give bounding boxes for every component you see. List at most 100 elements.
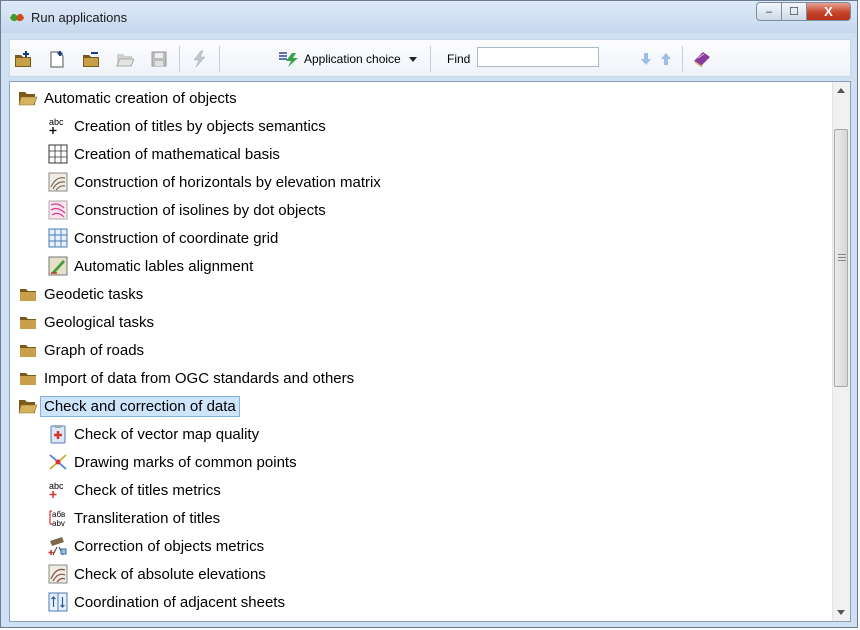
common-points-icon (49, 454, 67, 470)
application-choice-icon (279, 52, 298, 67)
tree-row-label: Check of titles metrics (74, 481, 221, 499)
tree-item[interactable]: Creation of mathematical basis (48, 140, 280, 168)
title-bar[interactable]: Run applications – ☐ X (1, 1, 857, 33)
telescope-icon (48, 537, 67, 556)
math-grid-icon (48, 144, 68, 164)
tree-item[interactable]: абв abv Transliteration of titles (48, 504, 220, 532)
tree-row-label: Check of vector map quality (74, 425, 260, 443)
tree-folder[interactable]: Automatic creation of objects (18, 84, 237, 112)
toolbar-separator (179, 46, 180, 72)
tree-item[interactable]: Drawing marks of common points (48, 448, 297, 476)
down-arrow-icon[interactable] (640, 52, 652, 66)
tree-folder[interactable]: Import of data from OGC standards and ot… (18, 364, 354, 392)
elevation-contour-icon (48, 564, 68, 584)
tree-item[interactable]: abc Creation of titles by objects semant… (48, 112, 326, 140)
tree-row-label: Creation of mathematical basis (74, 145, 280, 163)
folder-icon (20, 289, 36, 301)
tree-row-label: Drawing marks of common points (74, 453, 297, 471)
tree-folder-selected[interactable]: Check and correction of data (18, 392, 240, 420)
svg-text:abc: abc (49, 117, 64, 127)
toolbar-separator (219, 46, 220, 72)
isolines-icon (48, 200, 68, 220)
svg-text:абв: абв (52, 510, 65, 519)
folder-icon (20, 317, 36, 329)
tree-row-label: Automatic creation of objects (44, 89, 237, 107)
app-icon (10, 13, 24, 22)
tree-row-label: Correction of objects metrics (74, 537, 265, 555)
applications-tree: Automatic creation of objects abc Creati… (9, 81, 851, 622)
tree-row-label: Geological tasks (44, 313, 155, 331)
abc-plus-icon: abc (49, 117, 64, 134)
tree-item[interactable]: Construction of horizontals by elevation… (48, 168, 381, 196)
label-alignment-icon (48, 256, 68, 276)
tree-row-label: Automatic lables alignment (74, 257, 254, 275)
tree-row-label: Graph of roads (44, 341, 145, 359)
coordinate-grid-icon (48, 228, 68, 248)
tree-item[interactable]: Check of vector map quality (48, 420, 259, 448)
minimize-button[interactable]: – (756, 2, 782, 21)
tree-row-label: Construction of horizontals by elevation… (74, 173, 381, 191)
close-button[interactable]: X (807, 2, 851, 21)
folder-icon (20, 373, 36, 385)
tree-item[interactable]: Coordination of adjacent sheets (48, 588, 285, 616)
tree-folder[interactable]: Geodetic tasks (18, 280, 143, 308)
adjacent-sheets-icon (48, 592, 68, 612)
tree-item[interactable]: Construction of isolines by dot objects (48, 196, 326, 224)
chevron-down-icon (408, 56, 417, 62)
remove-folder-icon[interactable] (82, 50, 100, 68)
tree-item[interactable]: Construction of coordinate grid (48, 224, 278, 252)
up-arrow-icon[interactable] (660, 52, 672, 66)
vertical-scrollbar[interactable] (832, 82, 850, 621)
toolbar: Application choice Find (9, 39, 851, 77)
tree-item[interactable]: abc Check of titles metrics (48, 476, 221, 504)
new-document-icon[interactable] (48, 50, 66, 68)
application-choice-button[interactable]: Application choice (278, 48, 417, 70)
svg-text:abv: abv (52, 519, 65, 528)
close-icon: X (824, 4, 833, 19)
tree-row-label: Geodetic tasks (44, 285, 144, 303)
tree-item[interactable]: Check of absolute elevations (48, 560, 266, 588)
caption-buttons: – ☐ X (756, 2, 851, 21)
add-folder-icon[interactable] (14, 50, 32, 68)
toolbar-separator (430, 46, 431, 72)
grip-line (838, 260, 846, 261)
tree-row-label: Creation of titles by objects semantics (74, 117, 326, 135)
folder-open-icon (18, 92, 38, 106)
map-quality-icon (50, 425, 66, 444)
maximize-icon: ☐ (789, 6, 799, 18)
tree-row-label: Check of absolute elevations (74, 565, 266, 583)
tree-folder[interactable]: Geological tasks (18, 308, 154, 336)
abc-plus-red-icon: abc (49, 481, 64, 498)
scroll-up-arrow-icon[interactable] (837, 88, 845, 93)
contour-icon (48, 172, 68, 192)
grip-line (838, 254, 846, 255)
svg-text:abc: abc (49, 481, 64, 491)
scroll-down-arrow-icon[interactable] (837, 610, 845, 615)
find-label: Find (447, 52, 471, 66)
maximize-button[interactable]: ☐ (782, 2, 807, 21)
tree-row-label: Coordination of adjacent sheets (74, 593, 285, 611)
find-input[interactable] (477, 47, 599, 67)
tree-row-label: Import of data from OGC standards and ot… (44, 369, 355, 387)
open-folder-icon[interactable] (116, 50, 134, 68)
scrollbar-thumb[interactable] (834, 129, 848, 387)
tree-item[interactable]: Automatic lables alignment (48, 252, 253, 280)
tree-row-label: Construction of coordinate grid (74, 229, 279, 247)
folder-icon (20, 345, 36, 357)
run-applications-window: Run applications – ☐ X Application choic… (0, 0, 858, 628)
run-icon[interactable] (190, 50, 208, 68)
transliteration-icon: абвabv (49, 510, 65, 528)
save-icon[interactable] (150, 50, 168, 68)
window-title: Run applications (31, 10, 128, 25)
grip-line (838, 257, 846, 258)
minimize-icon: – (765, 5, 773, 18)
tree-row-label: Check and correction of data (40, 395, 240, 417)
book-icon[interactable] (692, 49, 712, 69)
tree-folder[interactable]: Graph of roads (18, 336, 144, 364)
folder-open-icon (18, 400, 38, 414)
tree-item[interactable]: Correction of objects metrics (48, 532, 264, 560)
toolbar-separator (682, 46, 683, 72)
tree-row-label: Transliteration of titles (74, 509, 221, 527)
application-choice-label: Application choice (304, 52, 401, 66)
tree-row-label: Construction of isolines by dot objects (74, 201, 326, 219)
